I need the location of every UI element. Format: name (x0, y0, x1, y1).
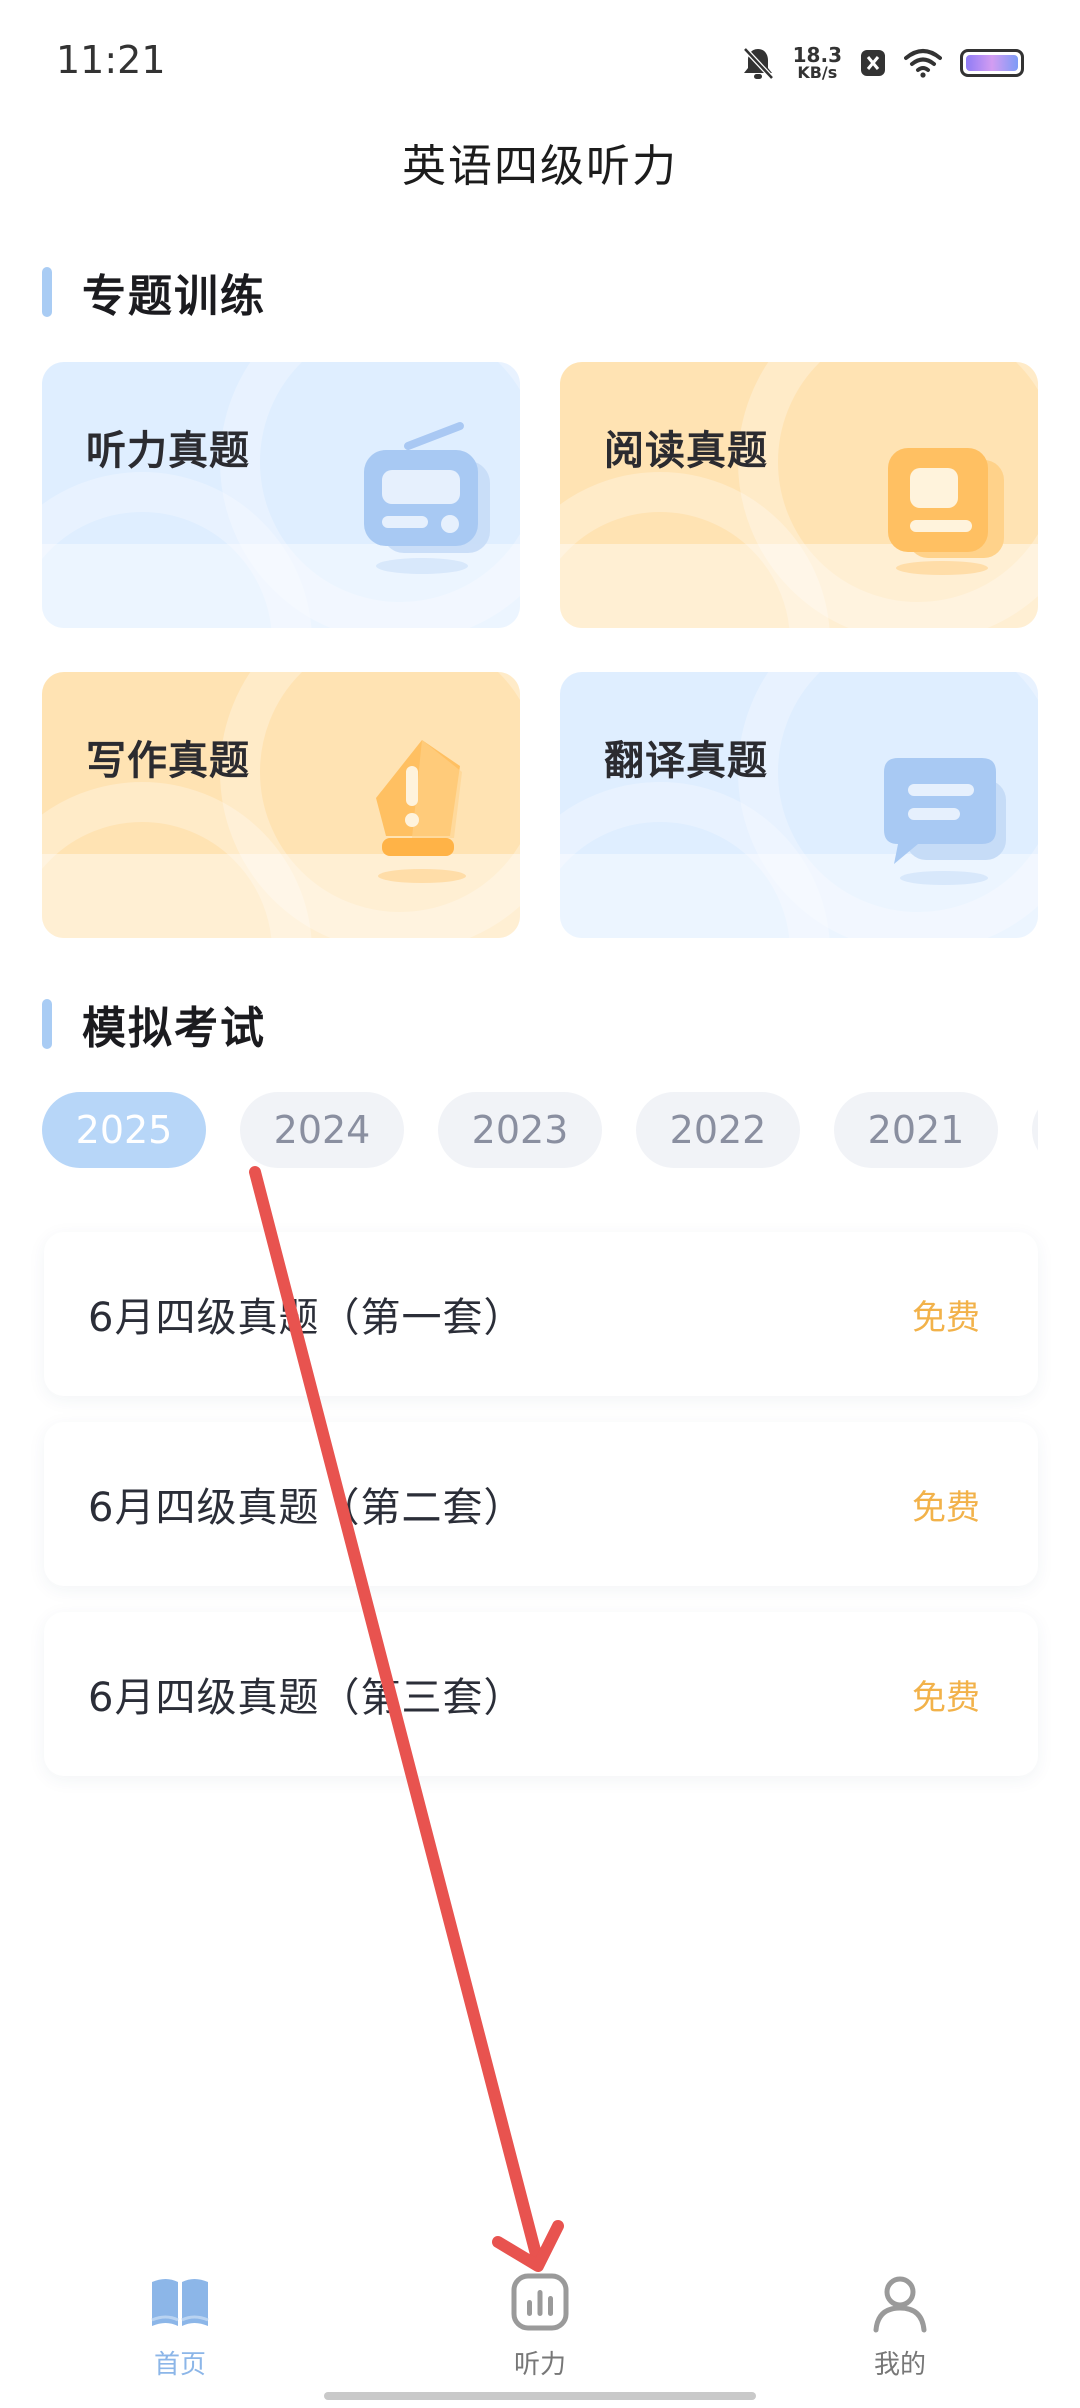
topic-card-listening[interactable]: 听力真题 (42, 362, 520, 628)
net-speed-unit: KB/s (797, 63, 838, 82)
wifi-icon (904, 49, 942, 78)
exam-title: 6月四级真题（第三套） (88, 1675, 525, 1721)
nav-item-profile[interactable]: 我的 (800, 2270, 1000, 2408)
home-indicator (324, 2392, 756, 2400)
nav-item-listening[interactable]: 听力 (440, 2270, 640, 2408)
section-accent-bar (42, 267, 52, 317)
topic-card-reading[interactable]: 阅读真题 (560, 362, 1038, 628)
radio-icon (364, 422, 490, 574)
exam-title: 6月四级真题（第一套） (88, 1295, 525, 1341)
year-tab-more[interactable] (1032, 1092, 1038, 1168)
topic-card-label: 听力真题 (86, 428, 250, 474)
year-tab-2024[interactable]: 2024 (240, 1092, 404, 1168)
page-title: 英语四级听力 (402, 141, 678, 192)
topic-card-label: 阅读真题 (604, 428, 768, 474)
bottom-nav: 首页 听力 我的 (0, 2270, 1080, 2408)
free-badge: 免费 (912, 1487, 980, 1528)
nav-item-home[interactable]: 首页 (80, 2270, 280, 2408)
nav-label: 我的 (873, 2350, 926, 2380)
book-open-icon (151, 2279, 209, 2326)
year-tabs: 2025 2024 2023 2022 2021 (42, 1092, 1038, 1172)
close-box-icon (861, 50, 885, 76)
exam-list-item[interactable]: 6月四级真题（第三套） 免费 (44, 1612, 1038, 1776)
bar-chart-icon (511, 2273, 569, 2331)
net-speed: 18.3 KB/s (793, 45, 842, 81)
nav-label: 听力 (513, 2350, 566, 2380)
exam-list-item[interactable]: 6月四级真题（第一套） 免费 (44, 1232, 1038, 1396)
topics-section-heading: 专题训练 (42, 264, 266, 322)
year-tab-2023[interactable]: 2023 (438, 1092, 602, 1168)
app-screen: 11:21 18.3 KB/s 英语四级听力 专题训练 听力真题 阅读真题 写作… (0, 0, 1080, 2408)
status-time: 11:21 (56, 38, 166, 82)
bell-mute-icon (742, 47, 774, 80)
section-accent-bar (42, 999, 52, 1049)
year-tab-2021[interactable]: 2021 (834, 1092, 998, 1168)
status-icons: 18.3 KB/s (741, 38, 1024, 88)
free-badge: 免费 (912, 1297, 980, 1338)
mock-exams-heading: 模拟考试 (82, 1003, 266, 1054)
net-speed-value: 18.3 (792, 43, 842, 67)
topic-card-label: 写作真题 (86, 738, 250, 784)
user-icon (873, 2276, 927, 2333)
pen-nib-icon (376, 740, 466, 883)
nav-label: 首页 (153, 2350, 206, 2380)
mock-exams-section-heading: 模拟考试 (42, 996, 266, 1054)
exam-title: 6月四级真题（第二套） (88, 1485, 525, 1531)
year-tab-2025[interactable]: 2025 (42, 1092, 206, 1168)
topic-card-writing[interactable]: 写作真题 (42, 672, 520, 938)
book-icon (888, 448, 1004, 575)
chat-bubble-icon (884, 758, 1006, 885)
exam-list-item[interactable]: 6月四级真题（第二套） 免费 (44, 1422, 1038, 1586)
topic-card-translation[interactable]: 翻译真题 (560, 672, 1038, 938)
topic-card-label: 翻译真题 (604, 738, 768, 784)
free-badge: 免费 (912, 1677, 980, 1718)
battery-icon (960, 49, 1024, 77)
topics-heading: 专题训练 (82, 271, 266, 322)
battery-level (966, 55, 1018, 71)
year-tab-2022[interactable]: 2022 (636, 1092, 800, 1168)
status-bar: 11:21 18.3 KB/s (0, 0, 1080, 120)
